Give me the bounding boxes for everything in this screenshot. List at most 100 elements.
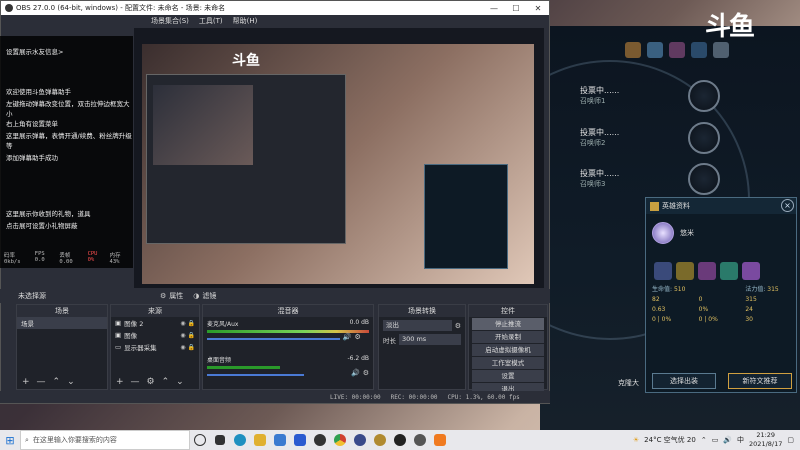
skill-icon[interactable]	[654, 262, 672, 280]
weather-text[interactable]: 24°C 空气优 20	[644, 435, 696, 445]
source-toolbar: 未选择源 ⚙ 属性 ◑ 滤镜	[0, 289, 550, 303]
obs-preview[interactable]: 斗鱼	[134, 28, 544, 288]
eye-icon[interactable]: ◉ 🔒	[180, 332, 195, 339]
rune-recommend-button[interactable]: 新符文推荐	[728, 373, 792, 389]
eye-icon[interactable]: ◉ 🔒	[180, 344, 195, 351]
remove-icon[interactable]: —	[131, 376, 140, 389]
stat-value: 315	[745, 296, 757, 303]
notification-icon[interactable]: ▢	[787, 436, 794, 444]
stat-fps: FPS 0.0	[34, 251, 45, 263]
widgets-icon[interactable]	[210, 430, 230, 450]
overlay-line: 小	[6, 110, 13, 118]
settings-button[interactable]: 设置	[472, 370, 544, 382]
danmaku-overlay[interactable]: 设置展示水友信息> 欢迎使用斗鱼弹幕助手 左键拖动弹幕改变位置，双击拉伸边框宽大…	[0, 36, 133, 268]
volume-slider[interactable]	[207, 374, 305, 376]
xbox-icon[interactable]	[310, 430, 330, 450]
eye-icon[interactable]: ◉ 🔒	[180, 320, 195, 327]
source-item[interactable]: ▣ 图像 2 ◉ 🔒	[111, 317, 199, 329]
obs-logo-icon	[5, 4, 13, 12]
move-up-icon[interactable]: ⌃	[53, 376, 61, 389]
champion-icon[interactable]	[713, 42, 729, 58]
champion-icon[interactable]	[625, 42, 641, 58]
stat-bitrate: 码率 0kb/s	[4, 253, 21, 265]
mail-icon[interactable]	[270, 430, 290, 450]
speaker-icon[interactable]: 🔊	[351, 369, 360, 377]
minimize-icon[interactable]: —	[483, 4, 505, 13]
obs-icon[interactable]	[390, 430, 410, 450]
volume-icon[interactable]: 🔊	[723, 436, 732, 444]
douyu-icon[interactable]	[430, 430, 450, 450]
skill-icon[interactable]	[676, 262, 694, 280]
move-up-icon[interactable]: ⌃	[162, 376, 170, 389]
stat-mana: 法力值: 315	[745, 286, 779, 293]
vote-circle[interactable]	[688, 163, 720, 195]
menu-scene-collection[interactable]: 场景集合(S)	[151, 16, 189, 26]
network-icon[interactable]: ▭	[712, 436, 719, 444]
filter-icon[interactable]: ◑	[193, 292, 199, 300]
vote-slot: 投票中...... 召唤师3	[580, 157, 720, 201]
mixer-channel: 桌面音频 -6.2 dB 🔊 ⚙	[203, 353, 373, 379]
vote-circle[interactable]	[688, 80, 720, 112]
douyu-logo: 斗鱼	[705, 12, 755, 42]
vote-slot: 投票中...... 召唤师1	[580, 74, 720, 118]
windows-start-icon[interactable]: ⊞	[0, 434, 20, 447]
chevron-up-icon[interactable]: ⌃	[701, 436, 707, 444]
gear-icon[interactable]: ⚙	[455, 322, 461, 330]
gear-icon[interactable]: ⚙	[363, 369, 369, 377]
move-down-icon[interactable]: ⌄	[176, 376, 184, 389]
skill-icon[interactable]	[698, 262, 716, 280]
champion-icon[interactable]	[669, 42, 685, 58]
stop-streaming-button[interactable]: 停止推流	[472, 318, 544, 330]
controls-dock: 控件 停止推流 开始录制 启动虚拟摄像机 工作室模式 设置 退出	[468, 304, 548, 395]
gear-icon[interactable]: ⚙	[160, 292, 166, 300]
menu-tools[interactable]: 工具(T)	[199, 16, 223, 26]
start-recording-button[interactable]: 开始录制	[472, 331, 544, 343]
skill-icon[interactable]	[720, 262, 738, 280]
taskbar-search[interactable]: ⌕ 在这里输入你要搜索的内容	[20, 430, 190, 450]
add-icon[interactable]: +	[116, 376, 124, 389]
studio-mode-button[interactable]: 工作室模式	[472, 357, 544, 369]
duration-input[interactable]: 300 ms	[399, 334, 461, 345]
menu-help[interactable]: 帮助(H)	[233, 16, 258, 26]
task-view-icon[interactable]	[190, 430, 210, 450]
vs-code-icon[interactable]	[290, 430, 310, 450]
add-icon[interactable]: +	[22, 376, 30, 389]
champion-icon[interactable]	[647, 42, 663, 58]
vote-circle[interactable]	[688, 122, 720, 154]
source-item[interactable]: ▣ 图像 ◉ 🔒	[111, 329, 199, 341]
remove-icon[interactable]: —	[37, 376, 46, 389]
champion-icon[interactable]	[691, 42, 707, 58]
transitions-dock: 场景转换 淡出 ⚙ 时长 300 ms	[378, 304, 466, 390]
maximize-icon[interactable]: ☐	[505, 4, 527, 13]
speaker-icon[interactable]: 🔊	[343, 333, 352, 341]
app-icon[interactable]	[350, 430, 370, 450]
mixer-dock: 混音器 麦克风/Aux 0.0 dB 🔊 ⚙ 桌面音频 -6.2 dB 🔊 ⚙	[202, 304, 374, 390]
skill-icon[interactable]	[742, 262, 760, 280]
select-build-button[interactable]: 选择出装	[652, 373, 716, 389]
edge-icon[interactable]	[230, 430, 250, 450]
file-explorer-icon[interactable]	[250, 430, 270, 450]
app-icon[interactable]	[410, 430, 430, 450]
scene-item[interactable]: 场景	[17, 317, 107, 329]
cpu-fps: CPU: 1.3%, 60.00 fps	[447, 393, 520, 401]
virtual-camera-button[interactable]: 启动虚拟摄像机	[472, 344, 544, 356]
bottom-left-game-text: 克隆大	[618, 379, 639, 387]
clock[interactable]: 21:29 2021/8/17	[749, 431, 782, 449]
source-item[interactable]: ▭ 显示器采集 ◉ 🔒	[111, 341, 199, 353]
volume-slider[interactable]	[207, 338, 340, 340]
overlay-stats-bar: 码率 0kb/s FPS 0.0 丢帧 0.00 CPU 0% 内存 43%	[0, 249, 133, 265]
filters-button[interactable]: 滤镜	[202, 291, 216, 301]
overlay-line: 添加弹幕助手成功	[6, 154, 58, 162]
properties-button[interactable]: 属性	[169, 291, 183, 301]
transition-select[interactable]: 淡出	[383, 320, 452, 331]
league-icon[interactable]	[370, 430, 390, 450]
move-down-icon[interactable]: ⌄	[67, 376, 75, 389]
close-icon[interactable]: ×	[781, 199, 794, 212]
close-icon[interactable]: ✕	[527, 4, 549, 13]
ime-indicator[interactable]: 中	[737, 435, 744, 445]
stat-drop: 丢帧 0.00	[59, 253, 73, 265]
gear-icon[interactable]: ⚙	[147, 376, 155, 389]
gear-icon[interactable]: ⚙	[355, 333, 361, 341]
no-source-label: 未选择源	[18, 292, 46, 300]
chrome-icon[interactable]	[330, 430, 350, 450]
